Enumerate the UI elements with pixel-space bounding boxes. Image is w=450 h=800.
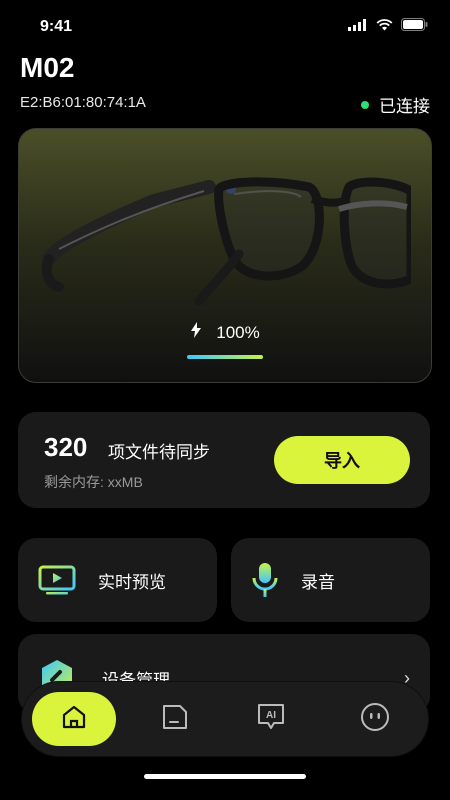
device-name: M02 (20, 52, 75, 83)
sync-card: 320 项文件待同步 剩余内存: xxMB 导入 (18, 412, 430, 508)
tab-files[interactable] (148, 692, 202, 746)
bottom-tab-bar: AI (22, 682, 428, 756)
wifi-icon (376, 18, 393, 31)
import-button[interactable]: 导入 (274, 436, 410, 484)
connected-dot-icon (361, 100, 369, 109)
remaining-memory: 剩余内存: xxMB (44, 474, 143, 490)
tab-ai[interactable]: AI (244, 692, 298, 746)
battery-progress-fill (187, 355, 263, 359)
signal-icon (348, 18, 368, 31)
status-bar: 9:41 (0, 0, 450, 44)
tab-home[interactable] (32, 692, 116, 746)
ai-icon: AI (255, 701, 287, 738)
battery-progress-bar (187, 355, 263, 359)
device-hero-card[interactable]: 100% (18, 128, 432, 383)
record-label: 录音 (301, 572, 335, 592)
battery-status-icon (401, 18, 428, 31)
live-preview-label: 实时预览 (98, 572, 166, 592)
connection-label: 已连接 (379, 97, 430, 116)
home-indicator (144, 774, 306, 779)
smart-glasses-image (41, 177, 411, 306)
battery-indicator: 100% (19, 322, 431, 343)
home-icon (61, 704, 87, 735)
lightning-icon (190, 322, 202, 343)
connection-status: 已连接 (361, 92, 430, 117)
smiley-face-icon (359, 701, 391, 738)
svg-text:AI: AI (266, 710, 276, 721)
pending-files-label: 项文件待同步 (108, 443, 210, 462)
pending-file-count: 320 (44, 432, 88, 462)
battery-percent: 100% (216, 322, 260, 342)
status-time: 9:41 (40, 18, 73, 35)
live-preview-card[interactable]: 实时预览 (18, 538, 217, 622)
tab-profile[interactable] (348, 692, 402, 746)
microphone-icon (251, 561, 279, 599)
files-icon (160, 702, 190, 737)
record-audio-card[interactable]: 录音 (231, 538, 430, 622)
device-mac-address: E2:B6:01:80:74:1A (20, 94, 146, 111)
video-preview-icon (38, 565, 76, 595)
status-icons (348, 18, 428, 31)
